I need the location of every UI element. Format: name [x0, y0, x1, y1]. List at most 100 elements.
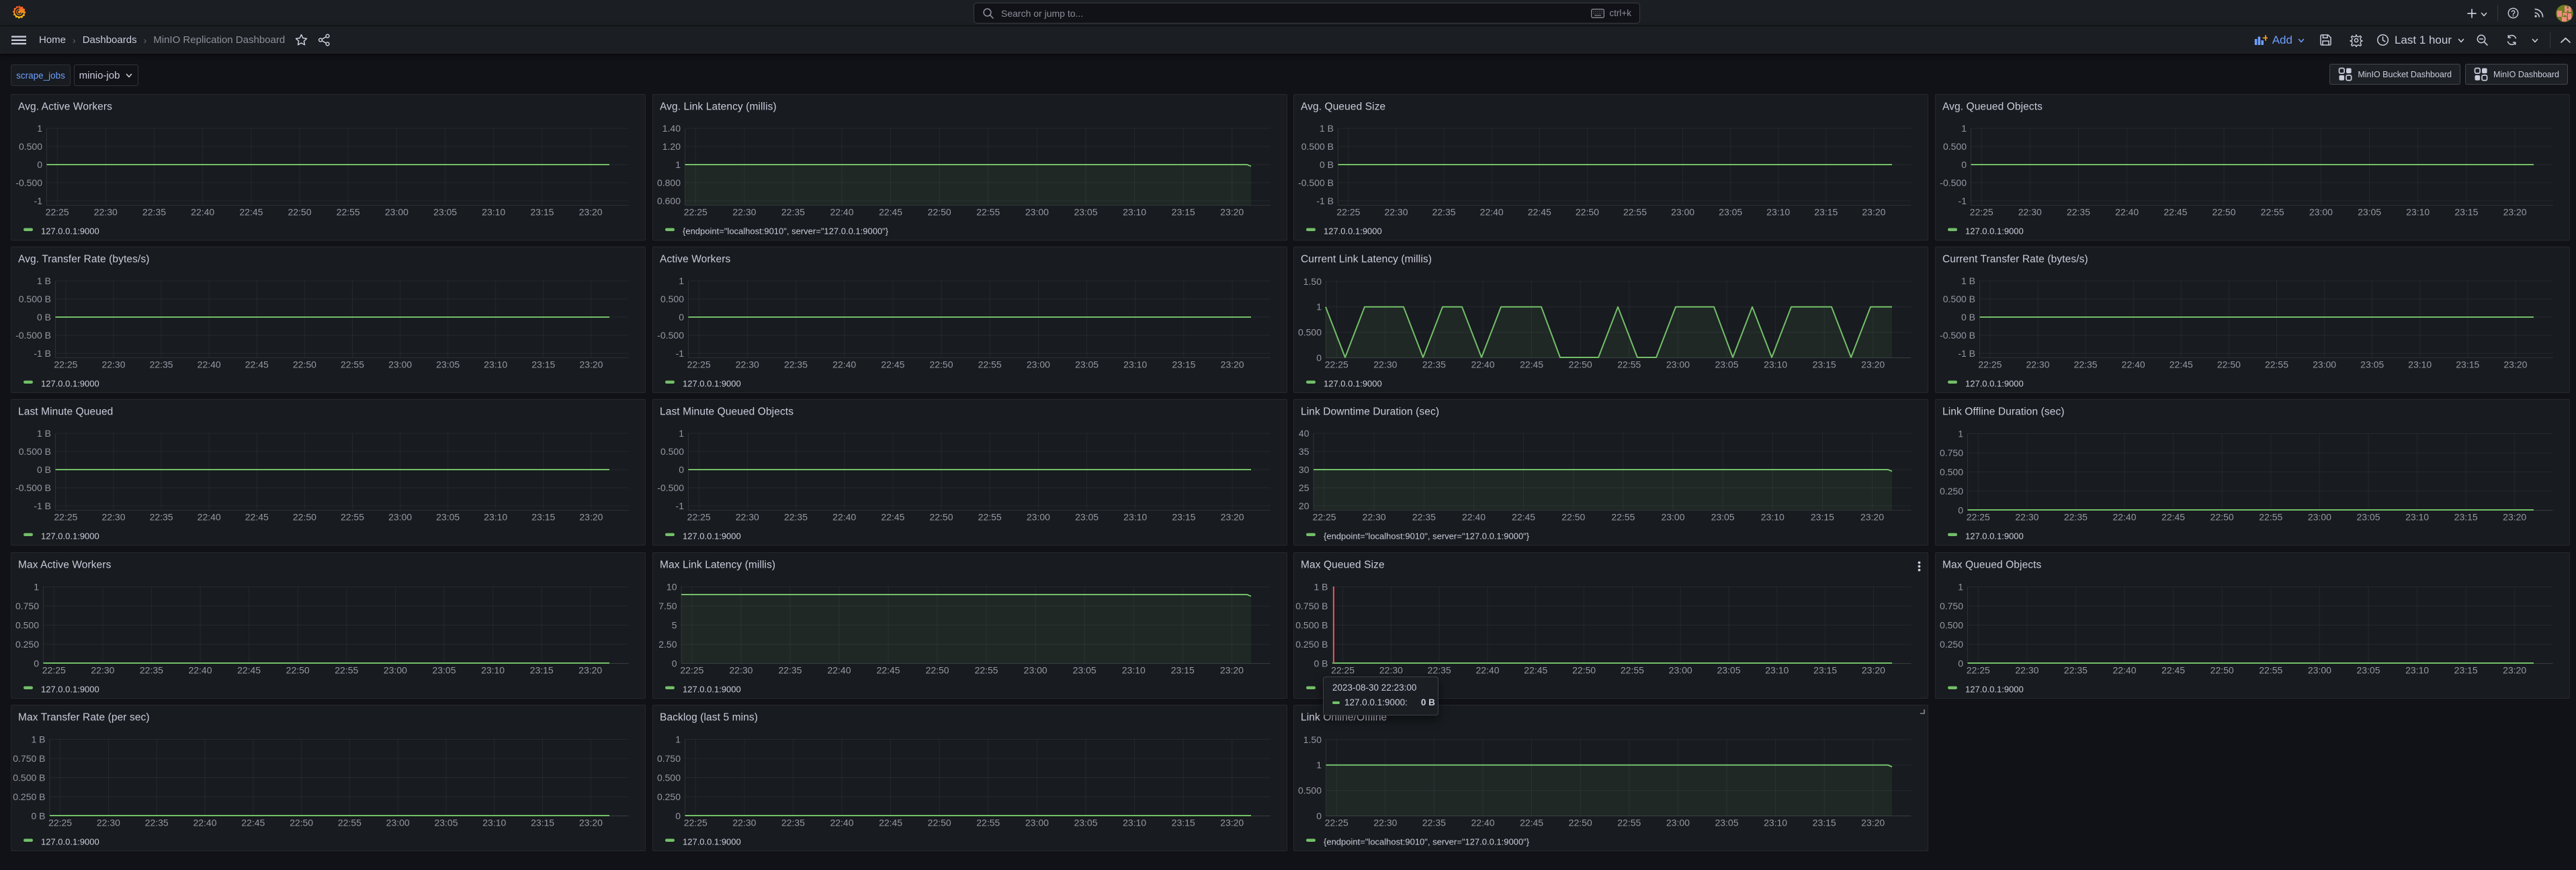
svg-text:1: 1 [675, 734, 681, 744]
svg-text:Max Active Workers: Max Active Workers [18, 560, 112, 571]
svg-text:22:55: 22:55 [341, 359, 364, 370]
svg-text:23:15: 23:15 [1813, 818, 1836, 828]
svg-text:22:40: 22:40 [198, 359, 221, 370]
svg-text:22:25: 22:25 [687, 512, 711, 523]
svg-text:23:00: 23:00 [1669, 665, 1692, 676]
svg-text:2.50: 2.50 [658, 639, 677, 650]
svg-text:22:25: 22:25 [1331, 665, 1355, 676]
svg-text:22:25: 22:25 [46, 207, 69, 218]
svg-text:22:30: 22:30 [94, 207, 118, 218]
svg-text:22:30: 22:30 [1373, 359, 1397, 370]
svg-text:127.0.0.1:9000: 127.0.0.1:9000 [41, 226, 99, 236]
svg-text:0.250: 0.250 [657, 791, 681, 802]
svg-text:22:35: 22:35 [781, 207, 805, 218]
svg-text:22:35: 22:35 [2064, 665, 2088, 676]
svg-text:22:30: 22:30 [2026, 359, 2049, 370]
svg-text:22:25: 22:25 [1967, 665, 1990, 676]
svg-text:0.250 B: 0.250 B [13, 791, 45, 802]
svg-text:22:40: 22:40 [832, 359, 856, 370]
svg-text:127.0.0.1:9000: 127.0.0.1:9000 [683, 531, 741, 541]
svg-text:-1: -1 [34, 195, 43, 206]
svg-text:22:25: 22:25 [1336, 207, 1360, 218]
svg-text:Max Queued Objects: Max Queued Objects [1942, 560, 2042, 571]
svg-text:0.250 B: 0.250 B [1295, 639, 1328, 650]
svg-text:{endpoint="localhost:9010", se: {endpoint="localhost:9010", server="127.… [1324, 531, 1530, 541]
svg-text:40: 40 [1299, 428, 1310, 439]
svg-text:22:45: 22:45 [879, 818, 902, 828]
svg-text:22:45: 22:45 [2170, 359, 2193, 370]
svg-text:23:15: 23:15 [1171, 665, 1195, 676]
svg-text:23:20: 23:20 [2503, 665, 2526, 676]
svg-text:22:55: 22:55 [976, 207, 1000, 218]
svg-text:23:05: 23:05 [432, 665, 456, 676]
svg-text:23:20: 23:20 [579, 512, 603, 523]
svg-text:127.0.0.1:9000: 127.0.0.1:9000 [1965, 531, 2024, 541]
svg-text:23:20: 23:20 [1221, 359, 1244, 370]
svg-text:0 B: 0 B [1320, 159, 1334, 170]
svg-text:22:50: 22:50 [1572, 665, 1596, 676]
svg-text:22:25: 22:25 [684, 818, 707, 828]
svg-text:22:50: 22:50 [929, 512, 953, 523]
svg-text:1: 1 [679, 428, 684, 439]
svg-text:23:00: 23:00 [385, 207, 409, 218]
svg-text:22:40: 22:40 [1475, 665, 1499, 676]
svg-text:-1: -1 [676, 348, 685, 359]
svg-text:23:10: 23:10 [482, 207, 505, 218]
svg-text:Avg. Queued Objects: Avg. Queued Objects [1942, 101, 2043, 113]
svg-text:0: 0 [1316, 352, 1322, 363]
svg-text:0: 0 [679, 464, 684, 475]
svg-text:5: 5 [672, 619, 677, 630]
svg-text:1 B: 1 B [1320, 123, 1334, 134]
svg-text:22:50: 22:50 [288, 207, 311, 218]
svg-text:22:55: 22:55 [2265, 359, 2288, 370]
svg-text:1: 1 [34, 581, 39, 592]
svg-text:0.500: 0.500 [19, 141, 42, 152]
svg-text:0.500: 0.500 [660, 294, 684, 304]
svg-text:23:05: 23:05 [2358, 207, 2381, 218]
svg-text:22:25: 22:25 [1313, 512, 1336, 523]
svg-text:23:10: 23:10 [1123, 818, 1146, 828]
svg-text:22:50: 22:50 [926, 665, 949, 676]
svg-text:23:10: 23:10 [2405, 512, 2429, 523]
svg-text:22:45: 22:45 [2163, 207, 2187, 218]
svg-text:0.750: 0.750 [1940, 447, 1963, 458]
svg-text:23:15: 23:15 [531, 818, 554, 828]
svg-text:23:05: 23:05 [1715, 359, 1738, 370]
svg-text:22:40: 22:40 [830, 207, 853, 218]
svg-text:0: 0 [675, 810, 681, 821]
svg-text:23:15: 23:15 [1172, 359, 1195, 370]
svg-text:22:35: 22:35 [150, 359, 173, 370]
svg-text:0.750 B: 0.750 B [1295, 601, 1328, 611]
svg-text:127.0.0.1:9000: 127.0.0.1:9000 [1324, 226, 1382, 236]
svg-text:22:55: 22:55 [2259, 665, 2282, 676]
svg-text:22:35: 22:35 [784, 512, 808, 523]
svg-text:22:35: 22:35 [778, 665, 802, 676]
svg-text:23:05: 23:05 [2356, 665, 2380, 676]
svg-text:23:20: 23:20 [579, 818, 603, 828]
svg-text:23:15: 23:15 [1813, 665, 1837, 676]
svg-text:22:25: 22:25 [680, 665, 703, 676]
svg-text:23:00: 23:00 [1661, 512, 1684, 523]
svg-text:23:00: 23:00 [2309, 207, 2333, 218]
svg-text:20: 20 [1299, 501, 1310, 511]
svg-text:0.800: 0.800 [657, 177, 681, 188]
svg-text:23:05: 23:05 [434, 818, 458, 828]
svg-text:23:15: 23:15 [2454, 665, 2478, 676]
svg-text:23:20: 23:20 [1220, 665, 1244, 676]
svg-text:35: 35 [1299, 446, 1310, 457]
svg-text:-1: -1 [676, 501, 685, 511]
svg-text:1.40: 1.40 [662, 123, 681, 134]
svg-text:23:00: 23:00 [2308, 512, 2331, 523]
svg-text:23:20: 23:20 [578, 665, 602, 676]
svg-text:0: 0 [1958, 658, 1963, 668]
svg-text:0.500: 0.500 [15, 619, 39, 630]
svg-text:22:40: 22:40 [188, 665, 212, 676]
svg-text:0: 0 [1316, 810, 1322, 821]
svg-text:10: 10 [667, 581, 677, 592]
svg-text:Avg. Link Latency (millis): Avg. Link Latency (millis) [660, 101, 777, 113]
svg-text:127.0.0.1:9000: 127.0.0.1:9000 [683, 379, 741, 389]
svg-text:23:00: 23:00 [2308, 665, 2331, 676]
svg-text:22:25: 22:25 [1325, 359, 1348, 370]
svg-text:22:40: 22:40 [193, 818, 216, 828]
svg-text:1.50: 1.50 [1303, 276, 1322, 287]
